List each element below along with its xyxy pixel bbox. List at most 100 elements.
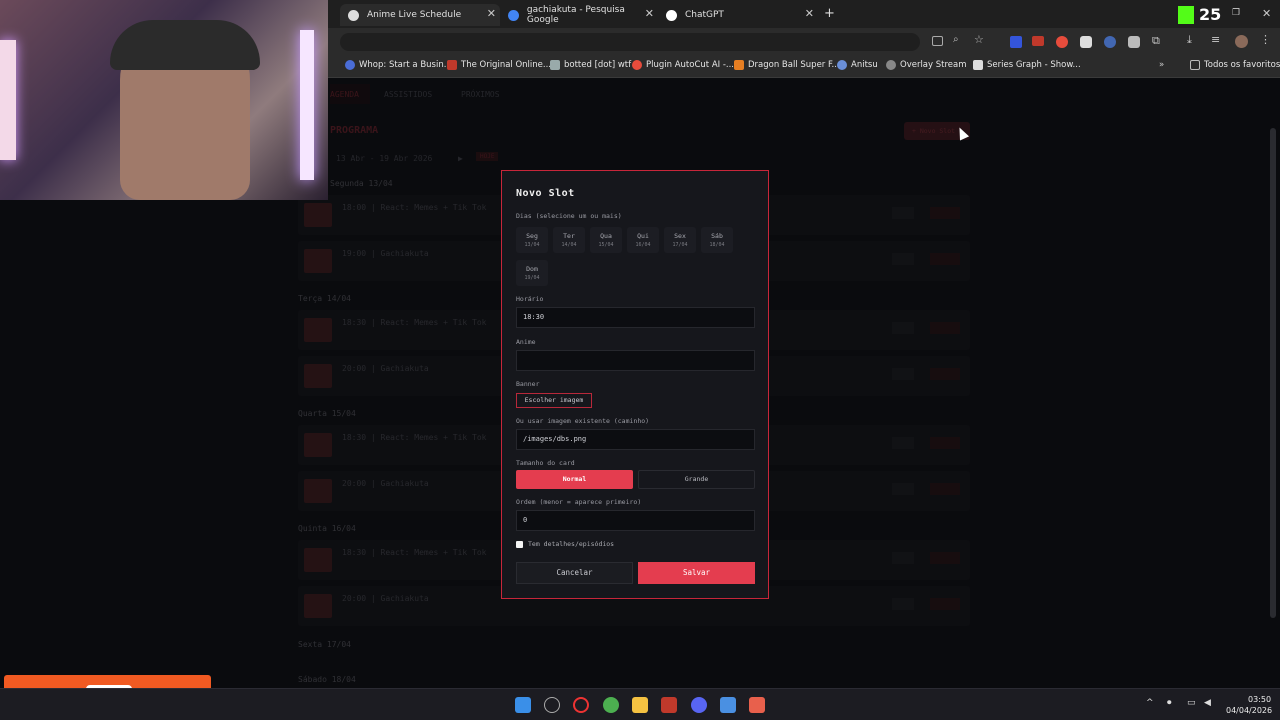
bookmark-autocut[interactable]: Plugin AutoCut AI -... [632,60,734,70]
folder-icon[interactable] [632,697,648,713]
bookmark-dragon-ball[interactable]: Dragon Ball Super F... [734,60,840,70]
avatar[interactable] [1235,35,1248,48]
existing-image-label: Ou usar imagem existente (caminho) [516,417,650,425]
day-date: 18/04 [709,242,725,248]
save-button[interactable]: Salvar [638,562,755,584]
bookmark-label: botted [dot] wtf [564,60,632,70]
bookmark-label: Series Graph - Show... [987,60,1081,70]
settings-icon[interactable] [544,697,560,713]
modal-title: Novo Slot [516,188,575,199]
image-path-input[interactable]: /images/dbs.png [516,429,755,450]
extension-icon[interactable] [1080,36,1092,48]
chrome-icon[interactable] [603,697,619,713]
anime-input[interactable] [516,350,755,371]
cancel-button[interactable]: Cancelar [516,562,633,584]
tray-chevron-icon[interactable]: ^ [1146,698,1154,708]
tab-title: gachiakuta - Pesquisa Google [526,5,625,25]
day-option-qui[interactable]: Qui 16/04 [627,227,659,253]
banner-label: Banner [516,380,540,388]
app-icon[interactable] [749,697,765,713]
extension-icon[interactable] [1010,36,1022,48]
close-icon[interactable]: ✕ [487,7,496,20]
day-date: 16/04 [635,242,651,248]
notepad-icon[interactable] [720,697,736,713]
day-option-ter[interactable]: Ter 14/04 [553,227,585,253]
media-icon[interactable]: ≡ [1211,33,1220,46]
new-slot-modal: Novo Slot Dias (selecione um ou mais) Se… [501,170,769,599]
chatgpt-icon [666,9,677,21]
light-bar [0,40,16,160]
opera-icon[interactable] [573,697,589,713]
day-date: 15/04 [598,242,614,248]
extension-icon[interactable] [1128,36,1140,48]
tab-title: Anime Live Schedule [367,10,462,20]
bookmark-label: The Original Online... [461,60,551,70]
discord-icon[interactable] [691,697,707,713]
choose-image-button[interactable]: Escolher imagem [516,393,592,408]
day-name: Dom [526,265,538,273]
extension-icon[interactable] [1056,36,1068,48]
zoom-icon[interactable]: ⌕ [953,34,959,45]
bookmark-anitsu[interactable]: Anitsu [837,60,878,70]
star-icon[interactable]: ☆ [974,33,984,46]
day-option-sab[interactable]: Sáb 18/04 [701,227,733,253]
day-name: Ter [563,232,575,240]
bookmark-label: Whop: Start a Busin... [359,60,452,70]
volume-icon[interactable]: ◀ [1204,698,1211,708]
time-label: Horário [516,295,544,303]
bookmark-label: Anitsu [851,60,878,70]
bookmark-whop[interactable]: Whop: Start a Busin... [345,60,452,70]
bookmark-series-graph[interactable]: Series Graph - Show... [973,60,1081,70]
bookmark-label: Plugin AutoCut AI -... [646,60,735,70]
whop-icon [345,60,355,70]
close-icon[interactable]: ✕ [805,7,814,20]
time-input[interactable]: 18:30 [516,307,755,328]
clock-date[interactable]: 04/04/2026 [1226,706,1272,715]
microphone-icon[interactable]: ⏺ [1167,698,1172,708]
restore-icon[interactable]: ❐ [1232,8,1240,18]
day-date: 17/04 [672,242,688,248]
clock-time[interactable]: 03:50 [1248,695,1271,704]
app-icon[interactable] [661,697,677,713]
day-date: 19/04 [524,275,540,281]
order-input[interactable]: 0 [516,510,755,531]
webcam-feed [0,0,328,200]
new-tab-button[interactable]: + [824,6,835,21]
scrollbar[interactable] [1270,128,1276,618]
more-bookmarks-icon[interactable]: » [1159,60,1164,70]
tab-google-search[interactable]: gachiakuta - Pesquisa Google ✕ [500,4,658,26]
day-name: Sáb [711,232,723,240]
day-option-qua[interactable]: Qua 15/04 [590,227,622,253]
robot-icon [550,60,560,70]
day-option-sex[interactable]: Sex 17/04 [664,227,696,253]
day-option-seg[interactable]: Seg 13/04 [516,227,548,253]
bookmark-original-online[interactable]: The Original Online... [447,60,551,70]
extension-icon[interactable] [1032,36,1044,46]
translate-icon[interactable] [932,36,943,46]
details-label: Tem detalhes/episódios [528,540,615,548]
day-name: Sex [674,232,686,240]
folder-icon [1190,60,1200,70]
size-normal-button[interactable]: Normal [516,470,633,489]
address-bar[interactable] [340,33,920,51]
window-close-icon[interactable]: ✕ [1262,7,1271,20]
extensions-puzzle-icon[interactable]: ⧉ [1152,34,1160,48]
size-grande-button[interactable]: Grande [638,470,755,489]
all-favorites[interactable]: Todos os favoritos [1190,60,1280,70]
google-icon [508,9,519,21]
bookmark-overlay-stream[interactable]: Overlay Stream [886,60,967,70]
tab-chatgpt[interactable]: ChatGPT ✕ [658,4,818,26]
menu-icon[interactable]: ⋮ [1260,33,1271,46]
windows-taskbar: ^ ⏺ ▭ ◀ 03:50 04/04/2026 [0,688,1280,720]
extension-icon[interactable] [1104,36,1116,48]
tab-anime-live-schedule[interactable]: Anime Live Schedule ✕ [340,4,500,26]
day-option-dom[interactable]: Dom 19/04 [516,260,548,286]
download-icon[interactable]: ⤓ [1187,33,1192,47]
details-checkbox[interactable] [516,541,523,548]
bookmark-label: Overlay Stream [900,60,967,70]
anitsu-icon [837,60,847,70]
windows-start-icon[interactable] [515,697,531,713]
close-icon[interactable]: ✕ [645,7,654,20]
network-icon[interactable]: ▭ [1187,698,1196,708]
bookmark-botted[interactable]: botted [dot] wtf [550,60,631,70]
